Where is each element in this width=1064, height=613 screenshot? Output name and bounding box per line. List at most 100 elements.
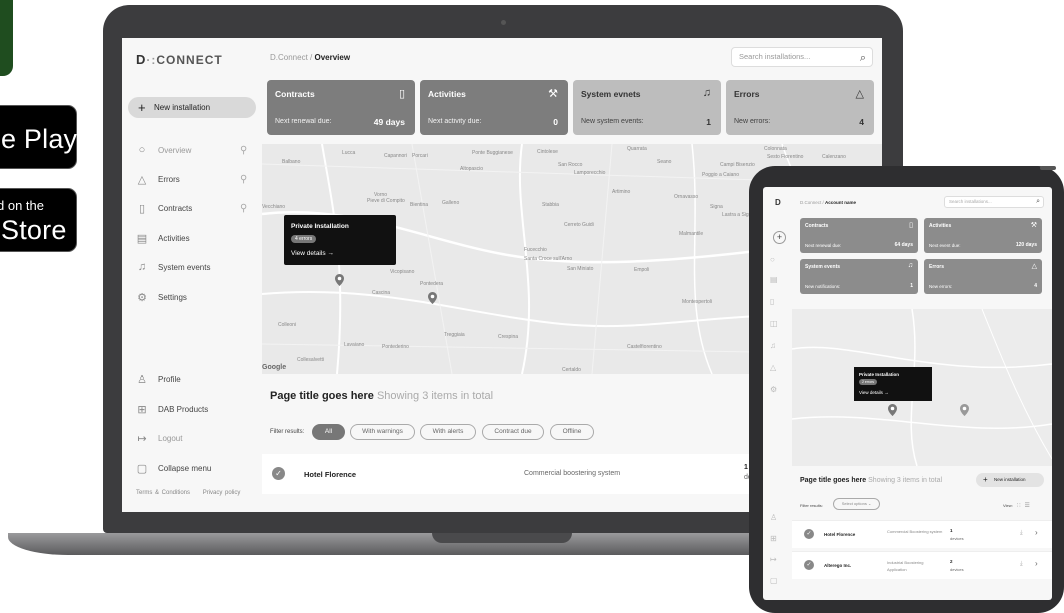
- circle-icon[interactable]: ○: [770, 255, 775, 264]
- map-tooltip: Private Installation 4 errors View detai…: [284, 215, 396, 265]
- search-icon[interactable]: ⌕: [860, 49, 866, 67]
- filter-select[interactable]: Select options ⌄: [833, 498, 880, 510]
- sidebar-item-label: Profile: [158, 374, 181, 384]
- map-label: Colonnata: [764, 146, 787, 152]
- app-store-badge[interactable]: d on the Store: [0, 188, 77, 252]
- system-events-card[interactable]: System evnets ♫ New system events: 1: [573, 80, 721, 135]
- filter-chip-offline[interactable]: Offline: [550, 424, 594, 440]
- map-pin-icon[interactable]: [428, 292, 437, 304]
- activities-card[interactable]: Activities ⚒ Next event due: 120 days: [924, 218, 1042, 253]
- system-events-card[interactable]: System events ♫ New notifications: 1: [800, 259, 918, 294]
- pin-icon[interactable]: ⚲: [240, 203, 247, 214]
- collapse-icon[interactable]: ▢: [770, 576, 778, 585]
- logo-text: CONNECT: [156, 53, 223, 67]
- user-icon[interactable]: ♙: [770, 513, 777, 522]
- dconnect-logo[interactable]: D·:CONNECT: [136, 52, 223, 67]
- sidebar-item-settings[interactable]: ⚙ Settings: [136, 289, 187, 305]
- collapse-icon: ▢: [136, 462, 148, 475]
- map-label: Fucecchio: [524, 247, 547, 253]
- map-label: Balbano: [282, 159, 301, 165]
- warning-icon[interactable]: △: [770, 363, 776, 372]
- list-view-icon[interactable]: ☰: [1025, 503, 1030, 509]
- contracts-card[interactable]: Contracts ▯ Next renewal due: 64 days: [800, 218, 918, 253]
- sidebar-item-label: Contracts: [158, 203, 193, 213]
- map-label: Pontederino: [382, 344, 409, 350]
- view-details-label: View details: [291, 250, 326, 257]
- view-details-link[interactable]: View details →: [859, 390, 889, 395]
- errors-card[interactable]: Errors △ New errors: 4: [924, 259, 1042, 294]
- new-installation-plus-button[interactable]: +: [773, 231, 786, 244]
- grid-icon[interactable]: ⊞: [770, 534, 777, 543]
- sidebar-item-collapse-menu[interactable]: ▢ Collapse menu: [136, 460, 212, 476]
- contracts-card[interactable]: Contracts ▯ Next renewal due: 49 days: [267, 80, 415, 135]
- sidebar-item-overview[interactable]: ○ Overview ⚲: [136, 142, 248, 158]
- sidebar-item-errors[interactable]: △ Errors ⚲: [136, 171, 248, 187]
- document-icon[interactable]: ▯: [770, 297, 774, 306]
- chevron-right-icon[interactable]: ›: [1035, 528, 1038, 537]
- map-label: Stabbia: [542, 202, 559, 208]
- footer-links: Terms & Conditions Privacy policy: [136, 490, 250, 496]
- table-row[interactable]: ✓ Alterego Inc. Industrial Boostering Ap…: [792, 551, 1052, 579]
- filter-chip-with-alerts[interactable]: With alerts: [420, 424, 476, 440]
- filter-chip-with-warnings[interactable]: With warnings: [350, 424, 415, 440]
- map-label: San Miniato: [567, 266, 594, 272]
- sidebar-item-logout[interactable]: ↦ Logout: [136, 430, 182, 446]
- dconnect-logo[interactable]: D: [775, 198, 781, 207]
- installation-type: Commercial Boostering system: [887, 529, 943, 534]
- plus-icon: +: [983, 475, 988, 484]
- map-tooltip: Private Installation 2 errors View detai…: [854, 367, 932, 401]
- filter-chip-all[interactable]: All: [312, 424, 345, 440]
- logout-icon[interactable]: ↦: [770, 555, 777, 564]
- terms-link[interactable]: Terms & Conditions: [136, 490, 190, 496]
- page-title-text: Page title goes here: [800, 477, 867, 484]
- card-label: Next renewal due:: [805, 243, 842, 248]
- grid-view-icon[interactable]: ∷: [1017, 503, 1021, 509]
- select-placeholder: Select options: [841, 501, 867, 506]
- sidebar-item-profile[interactable]: ♙ Profile: [136, 371, 181, 387]
- map-label: Seano: [657, 159, 672, 165]
- table-row[interactable]: ✓ Hotel Florence Commercial Boostering s…: [792, 520, 1052, 548]
- sidebar-item-system-events[interactable]: ♫ System events: [136, 259, 211, 275]
- card-title: Contracts: [805, 223, 829, 229]
- pin-icon[interactable]: ⚲: [240, 174, 247, 185]
- installations-map[interactable]: Private Installation 2 errors View detai…: [792, 309, 1052, 466]
- breadcrumb-root[interactable]: D.Connect: [800, 200, 821, 205]
- filter-chip-contract-due[interactable]: Contract due: [482, 424, 544, 440]
- logout-icon: ↦: [137, 432, 147, 445]
- search-input[interactable]: Search installations... ⌕: [731, 47, 873, 67]
- sidebar-item-activities[interactable]: ▤ Activities: [136, 230, 190, 246]
- pin-icon[interactable]: ⚲: [240, 145, 247, 156]
- bell-icon[interactable]: ♫: [770, 341, 776, 350]
- chevron-right-icon[interactable]: ›: [1035, 559, 1038, 568]
- map-pin-icon[interactable]: [888, 404, 897, 416]
- search-input[interactable]: Search installations... ⌕: [944, 196, 1044, 208]
- search-icon[interactable]: ⌕: [1036, 197, 1040, 207]
- sidebar-item-contracts[interactable]: ▯ Contracts ⚲: [136, 200, 247, 216]
- tooltip-title: Private Installation: [859, 372, 900, 377]
- view-details-link[interactable]: View details →: [291, 250, 334, 257]
- breadcrumb-root[interactable]: D.Connect: [270, 53, 308, 62]
- sidebar-item-dab-products[interactable]: ⊞ DAB Products: [136, 401, 208, 417]
- calendar-icon[interactable]: ▤: [770, 275, 778, 284]
- activities-card[interactable]: Activities ⚒ Next activity due: 0: [420, 80, 568, 135]
- privacy-link[interactable]: Privacy policy: [203, 490, 241, 496]
- device-count: 2: [950, 559, 953, 564]
- sidebar-item-label: Activities: [158, 233, 190, 243]
- download-icon[interactable]: ⤓: [1020, 561, 1023, 568]
- card-label: Next event due:: [929, 243, 961, 248]
- gear-icon[interactable]: ⚙: [770, 385, 777, 394]
- google-play-badge[interactable]: e Play: [0, 105, 77, 169]
- map-label: Lamporecchio: [574, 170, 606, 176]
- new-installation-button[interactable]: + New installation: [976, 473, 1044, 487]
- card-value: 49 days: [373, 117, 405, 127]
- map-pin-icon[interactable]: [335, 274, 344, 286]
- new-installation-button[interactable]: + New installation: [128, 97, 256, 118]
- map-label: Calenzano: [822, 154, 846, 160]
- grid-icon[interactable]: ◫: [770, 319, 778, 328]
- map-label: Cascina: [372, 290, 391, 296]
- errors-card[interactable]: Errors △ New errors: 4: [726, 80, 874, 135]
- filter-label: Filter results:: [800, 503, 823, 508]
- map-pin-icon[interactable]: [960, 404, 969, 416]
- download-icon[interactable]: ⤓: [1020, 530, 1023, 537]
- map-label: Pontedera: [420, 281, 444, 287]
